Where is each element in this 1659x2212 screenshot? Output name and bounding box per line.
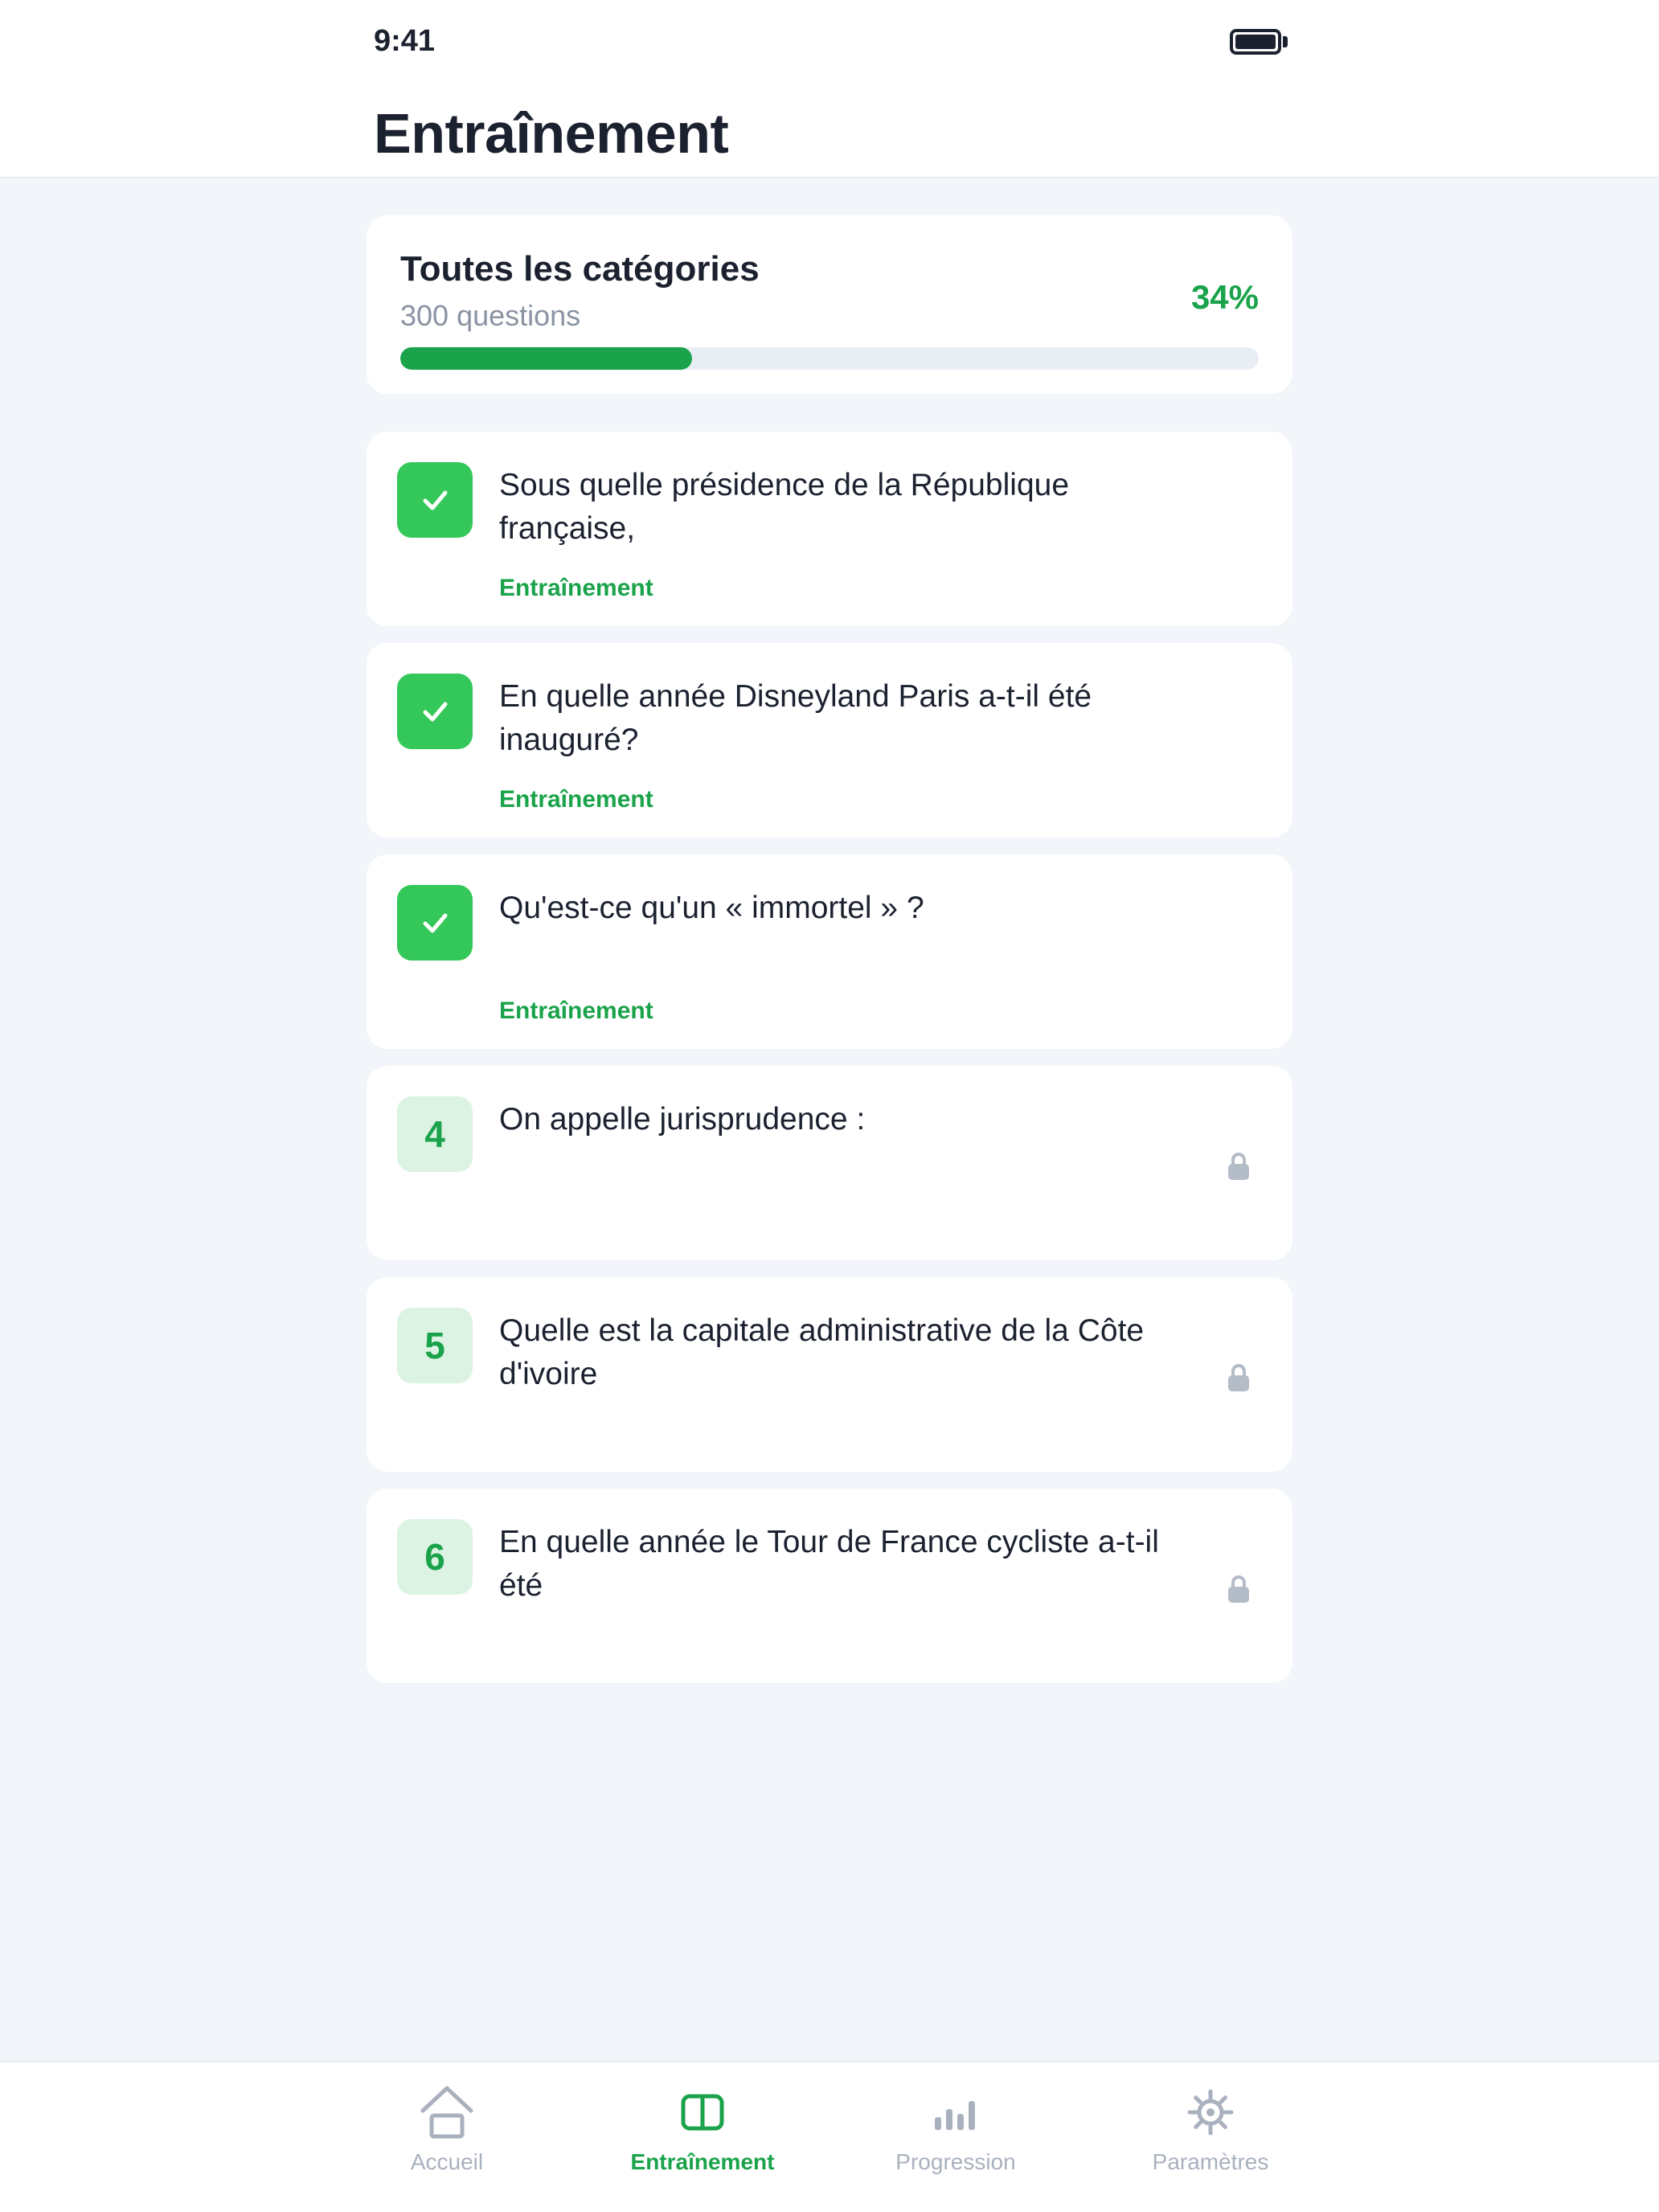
tab-accueil[interactable]: Accueil — [342, 2062, 551, 2212]
tab-progression[interactable]: Progression — [851, 2062, 1060, 2212]
tab-entrainement[interactable]: Entraînement — [598, 2062, 807, 2212]
question-number-badge: 5 — [397, 1308, 473, 1383]
question-number-badge: 4 — [397, 1096, 473, 1172]
question-card[interactable]: 4 On appelle jurisprudence : — [367, 1066, 1292, 1260]
tab-parametres[interactable]: Paramètres — [1106, 2062, 1315, 2212]
header: 9:41 Entraînement — [0, 0, 1659, 178]
question-tag: Entraînement — [499, 786, 653, 813]
category-title: Toutes les catégories — [400, 249, 760, 289]
lock-icon — [1228, 1364, 1249, 1391]
page-title: Entraînement — [374, 102, 729, 165]
lock-icon — [1228, 1575, 1249, 1603]
question-card[interactable]: Sous quelle présidence de la République … — [367, 432, 1292, 626]
screen: 9:41 Entraînement Toutes les catégories … — [0, 0, 1659, 2212]
question-text: On appelle jurisprudence : — [499, 1102, 866, 1137]
question-text: En quelle année Disneyland Paris a-t-il … — [499, 679, 1092, 757]
question-number-badge: 6 — [397, 1519, 473, 1595]
question-number: 4 — [424, 1113, 445, 1155]
lock-icon — [1228, 1153, 1249, 1180]
question-number: 6 — [424, 1536, 445, 1578]
question-number: 5 — [424, 1325, 445, 1366]
question-tag: Entraînement — [499, 575, 653, 601]
tab-bar: Accueil Entraînement Progression Paramèt… — [0, 2061, 1659, 2212]
tab-label: Progression — [895, 2149, 1016, 2174]
tab-label: Accueil — [410, 2149, 484, 2174]
question-tag: Entraînement — [499, 997, 653, 1024]
check-badge — [397, 885, 473, 961]
tab-label: Entraînement — [630, 2149, 775, 2174]
category-summary-card[interactable]: Toutes les catégories 300 questions 34% — [367, 215, 1292, 394]
check-icon — [423, 490, 448, 510]
status-time: 9:41 — [374, 24, 436, 58]
question-card[interactable]: Qu'est-ce qu'un « immortel » ? Entraînem… — [367, 854, 1292, 1049]
progress-percent: 34% — [1190, 278, 1259, 316]
battery-icon — [1230, 29, 1281, 55]
question-count: 300 questions — [400, 299, 581, 332]
question-text: En quelle année le Tour de France cyclis… — [499, 1525, 1159, 1603]
progress-bar — [400, 347, 1259, 370]
question-text: Qu'est-ce qu'un « immortel » ? — [499, 891, 924, 925]
check-icon — [423, 913, 448, 933]
question-text: Quelle est la capitale administrative de… — [499, 1313, 1145, 1391]
check-badge — [397, 462, 473, 538]
question-text: Sous quelle présidence de la République … — [499, 468, 1070, 546]
battery-cap — [1283, 36, 1288, 47]
question-card[interactable]: En quelle année Disneyland Paris a-t-il … — [367, 643, 1292, 838]
progress-fill — [400, 347, 693, 370]
tab-label: Paramètres — [1152, 2149, 1269, 2174]
check-badge — [397, 674, 473, 749]
home-icon — [420, 2086, 473, 2139]
book-icon — [681, 2094, 724, 2131]
question-card[interactable]: 6 En quelle année le Tour de France cycl… — [367, 1489, 1292, 1683]
check-icon — [423, 702, 448, 722]
gear-icon — [1187, 2089, 1234, 2136]
bar-chart-icon — [935, 2101, 975, 2130]
question-card[interactable]: 5 Quelle est la capitale administrative … — [367, 1277, 1292, 1472]
